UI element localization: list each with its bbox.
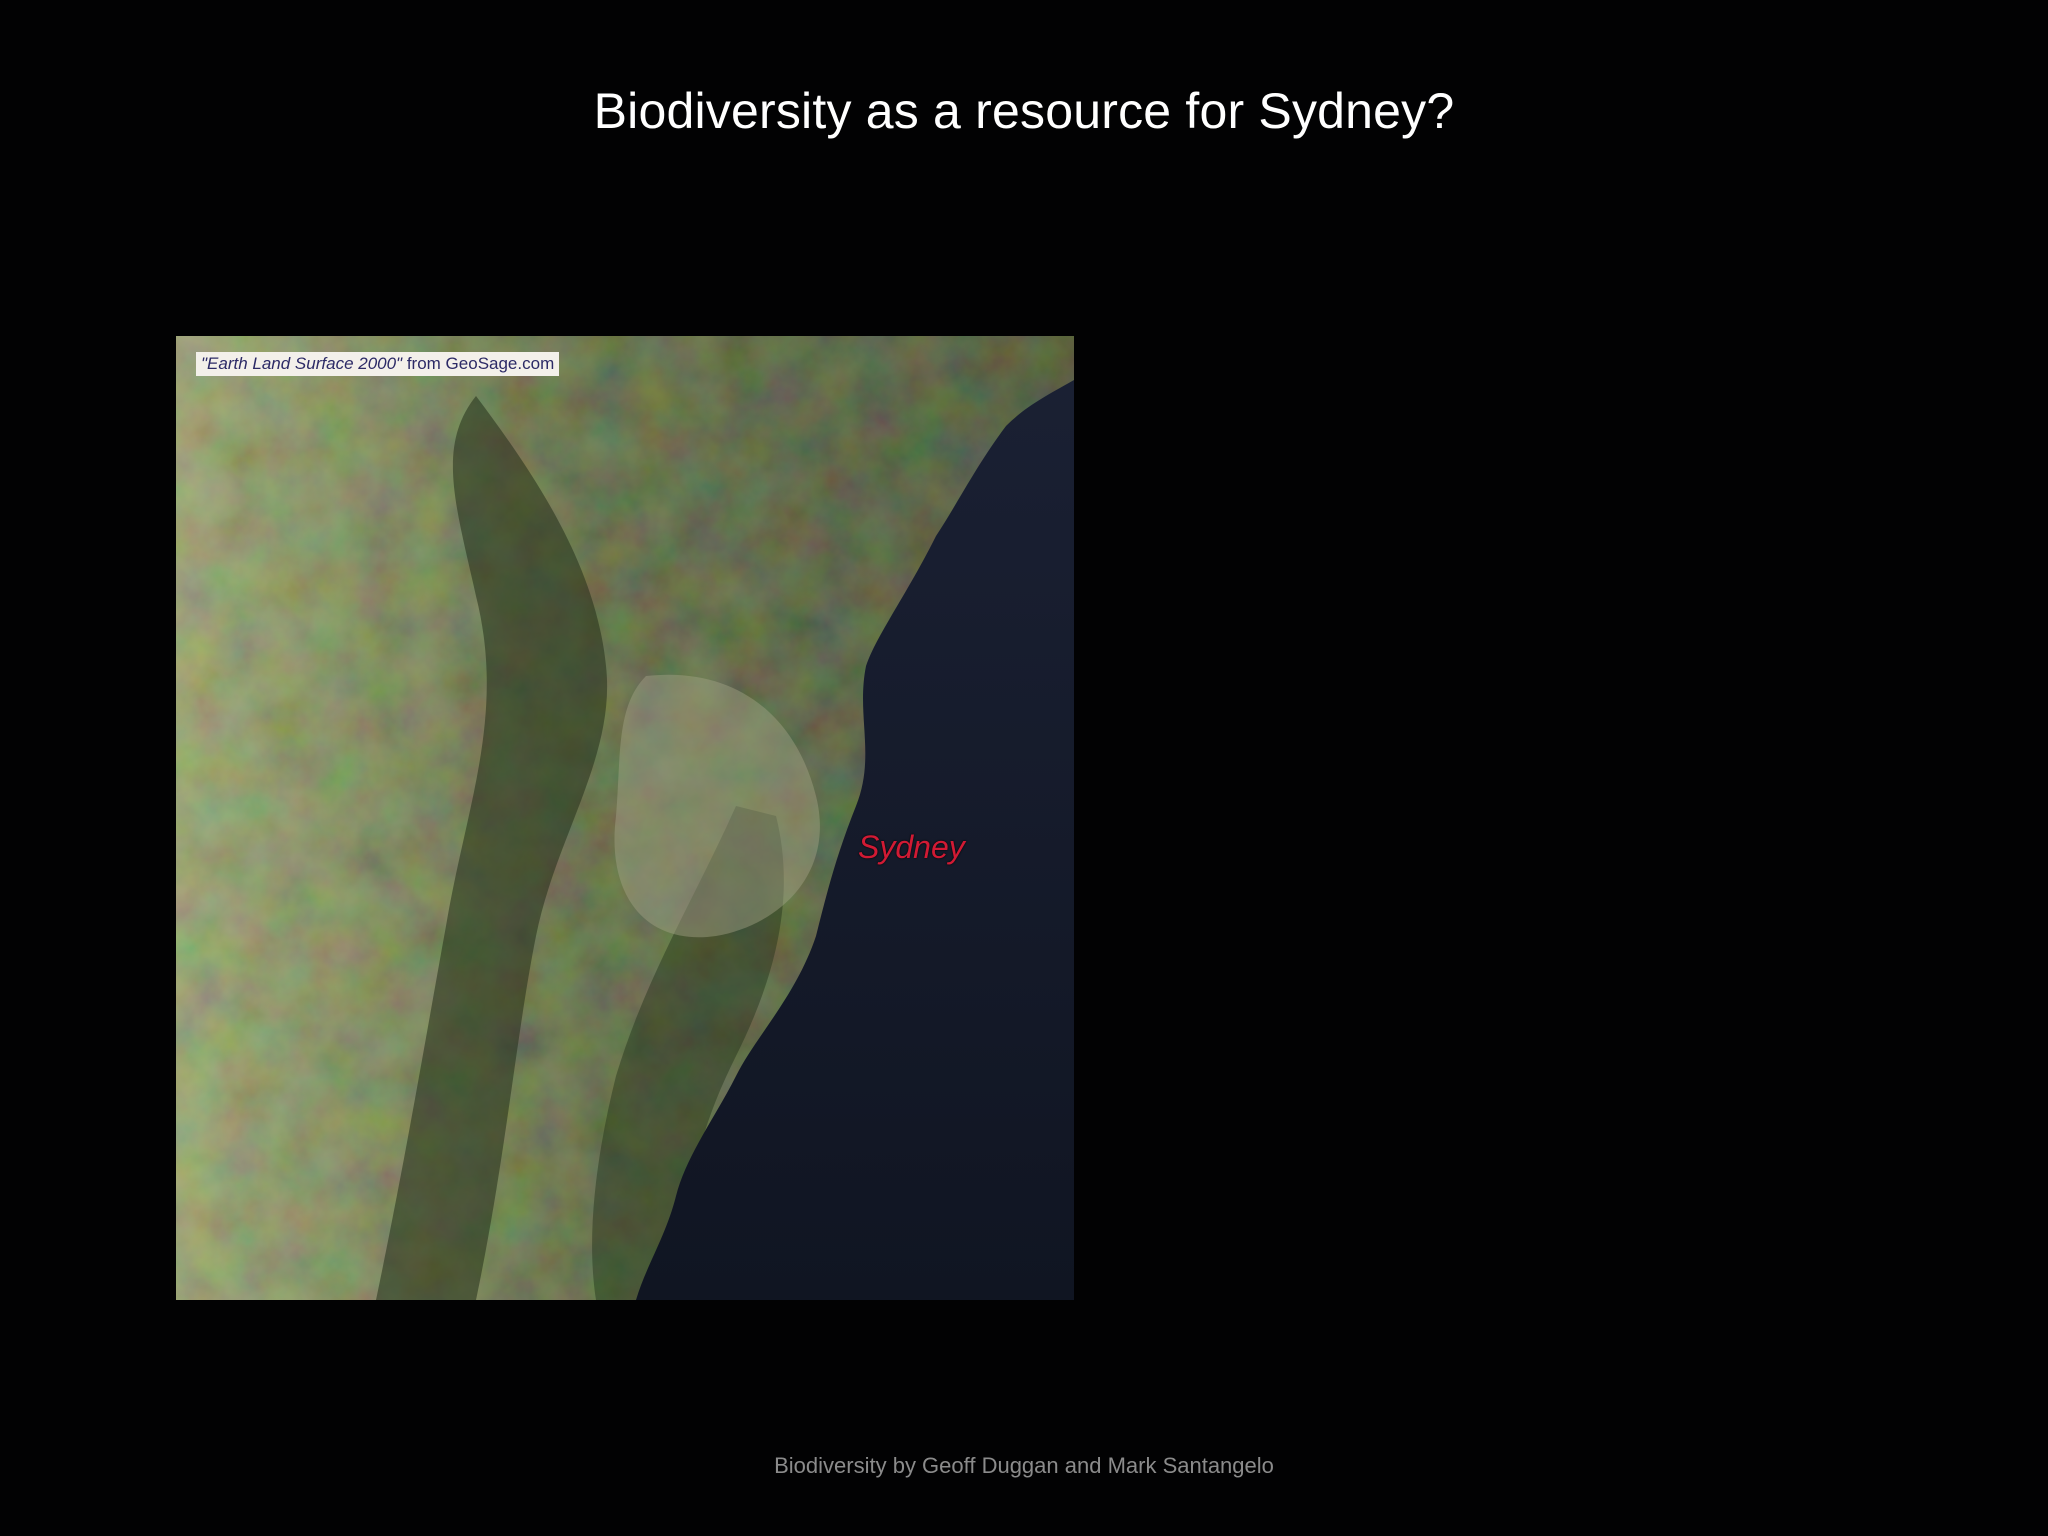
slide-title: Biodiversity as a resource for Sydney? (593, 83, 1455, 139)
credit-source: from GeoSage.com (402, 354, 555, 373)
satellite-map-image: "Earth Land Surface 2000" from GeoSage.c… (176, 336, 1074, 1300)
city-label-sydney: Sydney (858, 829, 965, 865)
image-credit: "Earth Land Surface 2000" from GeoSage.c… (196, 352, 560, 376)
credit-title: "Earth Land Surface 2000" (201, 354, 403, 373)
slide-footer: Biodiversity by Geoff Duggan and Mark Sa… (774, 1453, 1274, 1478)
satellite-map-graphic (176, 336, 1074, 1300)
